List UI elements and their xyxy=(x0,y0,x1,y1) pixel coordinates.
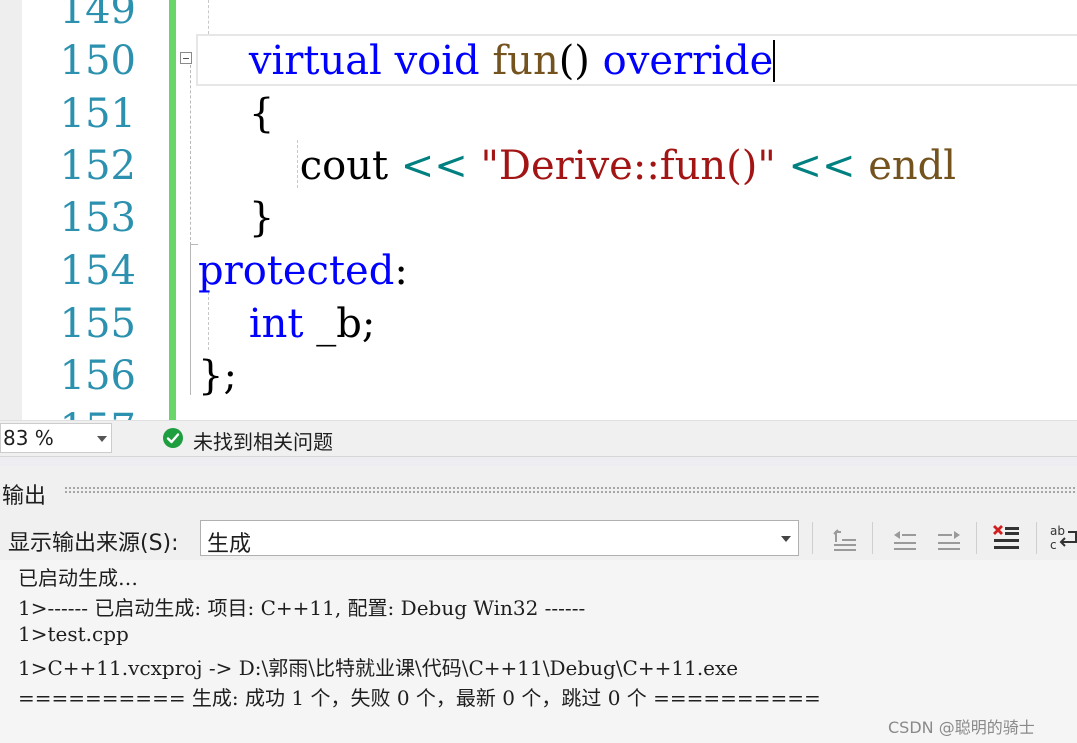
editor-status-bar: 83 % 未找到相关问题 xyxy=(0,420,1077,457)
watermark: CSDN @聪明的骑士 xyxy=(888,718,1035,737)
line-number: 154 xyxy=(59,248,136,294)
panel-grip[interactable] xyxy=(64,486,1077,494)
code-line-155[interactable]: int _b; xyxy=(198,298,375,350)
code-line-150[interactable]: virtual void fun() override xyxy=(198,35,776,87)
outline-guide xyxy=(208,0,210,34)
line-number: 153 xyxy=(59,195,136,241)
identifier: cout xyxy=(299,143,389,189)
keyword: override xyxy=(602,38,774,84)
output-source-dropdown[interactable]: 生成 xyxy=(200,520,799,557)
output-line: 1>------ 已启动生成: 项目: C++11, 配置: Debug Win… xyxy=(18,596,586,620)
code-line-151[interactable]: { xyxy=(198,88,274,140)
word-wrap-icon[interactable]: ab c xyxy=(1048,522,1077,554)
function-name: endl xyxy=(868,143,957,189)
toolbar-separator xyxy=(812,522,813,554)
collapse-toggle-icon[interactable] xyxy=(180,52,192,64)
colon: : xyxy=(394,248,408,294)
toolbar-separator xyxy=(976,522,977,554)
line-number: 155 xyxy=(59,301,136,347)
code-line-156[interactable]: }; xyxy=(198,350,237,402)
keyword: void xyxy=(394,38,480,84)
brace: { xyxy=(248,91,275,137)
zoom-dropdown[interactable]: 83 % xyxy=(0,423,112,453)
output-source-value: 生成 xyxy=(207,532,252,557)
dropdown-arrow-icon xyxy=(97,436,107,442)
svg-text:c: c xyxy=(1050,538,1057,552)
brace: } xyxy=(248,195,275,241)
line-number: 149 xyxy=(59,0,136,33)
find-message-icon[interactable] xyxy=(828,522,860,554)
operator: << xyxy=(788,143,856,189)
outline-guide-tick xyxy=(190,244,198,245)
output-line: ========== 生成: 成功 1 个，失败 0 个，最新 0 个，跳过 0… xyxy=(18,686,821,710)
function-name: fun xyxy=(492,38,559,84)
code-line-153[interactable]: } xyxy=(198,192,274,244)
code-editor[interactable]: 149 150 151 152 153 154 155 156 157 virt… xyxy=(0,0,1077,420)
output-line: 1>C++11.vcxproj -> D:\郭雨\比特就业课\代码\C++11\… xyxy=(18,656,739,680)
editor-margin xyxy=(0,0,22,420)
check-circle-icon[interactable] xyxy=(162,427,184,449)
output-line: 已启动生成… xyxy=(18,566,138,590)
svg-text:ab: ab xyxy=(1050,524,1065,538)
code-line-152[interactable]: cout << "Derive::fun()" << endl xyxy=(198,140,956,192)
keyword: int xyxy=(248,301,304,347)
outline-guide xyxy=(190,245,191,395)
parentheses: () xyxy=(558,38,590,84)
zoom-value: 83 % xyxy=(3,426,54,450)
output-panel-title: 输出 xyxy=(2,484,47,509)
previous-message-icon[interactable] xyxy=(888,522,920,554)
line-number: 152 xyxy=(59,143,136,189)
output-source-label: 显示输出来源(S): xyxy=(8,531,179,556)
output-line: 1>test.cpp xyxy=(18,622,129,646)
keyword: virtual xyxy=(248,38,382,84)
change-tracking-bar xyxy=(169,0,176,420)
line-number: 150 xyxy=(59,38,136,84)
code-line-154[interactable]: protected: xyxy=(198,245,408,297)
issues-status-text[interactable]: 未找到相关问题 xyxy=(193,426,333,455)
identifier: _b; xyxy=(316,301,376,347)
toolbar-separator xyxy=(872,522,873,554)
brace: }; xyxy=(198,353,237,399)
string-literal: "Derive::fun()" xyxy=(480,143,776,189)
toolbar-separator xyxy=(1036,522,1037,554)
operator: << xyxy=(400,143,468,189)
dropdown-arrow-icon xyxy=(781,536,791,542)
line-number: 151 xyxy=(59,91,136,137)
next-message-icon[interactable] xyxy=(932,522,964,554)
line-number: 157 xyxy=(24,403,136,420)
keyword: protected xyxy=(198,248,395,294)
outline-guide xyxy=(190,60,192,245)
output-panel: 输出 显示输出来源(S): 生成 ab c 已启动生成… 1>------ 已启… xyxy=(0,466,1077,743)
clear-all-icon[interactable] xyxy=(990,522,1022,554)
output-toolbar: 显示输出来源(S): 生成 ab c xyxy=(0,516,1077,560)
line-number: 156 xyxy=(59,353,136,399)
text-caret xyxy=(773,40,776,82)
